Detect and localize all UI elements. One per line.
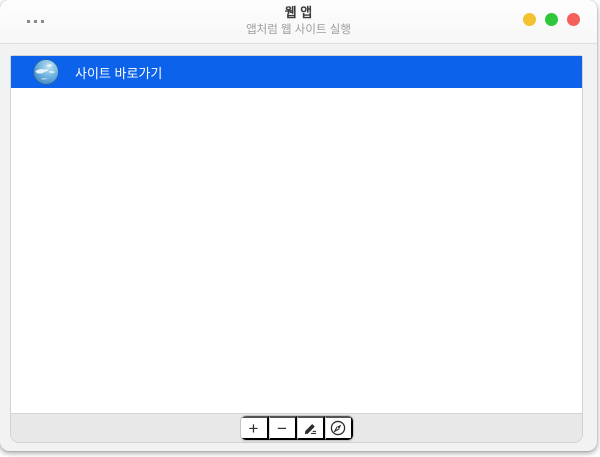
window-subtitle: 앱처럼 웹 사이트 실행	[0, 23, 597, 38]
open-site-button[interactable]	[325, 416, 353, 440]
close-button[interactable]	[567, 13, 580, 26]
minus-icon: −	[277, 420, 287, 437]
globe-icon	[33, 59, 59, 85]
web-apps-panel: 사이트 바로가기 + −	[10, 55, 583, 443]
remove-shortcut-button[interactable]: −	[269, 416, 297, 440]
list-item[interactable]: 사이트 바로가기	[11, 56, 582, 88]
minimize-button[interactable]	[523, 13, 536, 26]
footer-toolbar: + −	[11, 413, 582, 442]
add-shortcut-button[interactable]: +	[241, 416, 269, 440]
window-controls	[523, 13, 580, 26]
title-block: 웹 앱 앱처럼 웹 사이트 실행	[0, 5, 597, 38]
compass-icon	[330, 420, 346, 436]
maximize-button[interactable]	[545, 13, 558, 26]
list-item-label: 사이트 바로가기	[75, 63, 162, 82]
window-title: 웹 앱	[0, 5, 597, 22]
web-apps-window: 웹 앱 앱처럼 웹 사이트 실행	[0, 0, 597, 451]
toolbar-button-group: + −	[240, 415, 354, 441]
web-apps-list: 사이트 바로가기	[11, 56, 582, 414]
titlebar: 웹 앱 앱처럼 웹 사이트 실행	[0, 0, 597, 44]
edit-shortcut-button[interactable]	[297, 416, 325, 440]
pencil-edit-icon	[303, 421, 318, 436]
plus-icon: +	[249, 420, 259, 437]
